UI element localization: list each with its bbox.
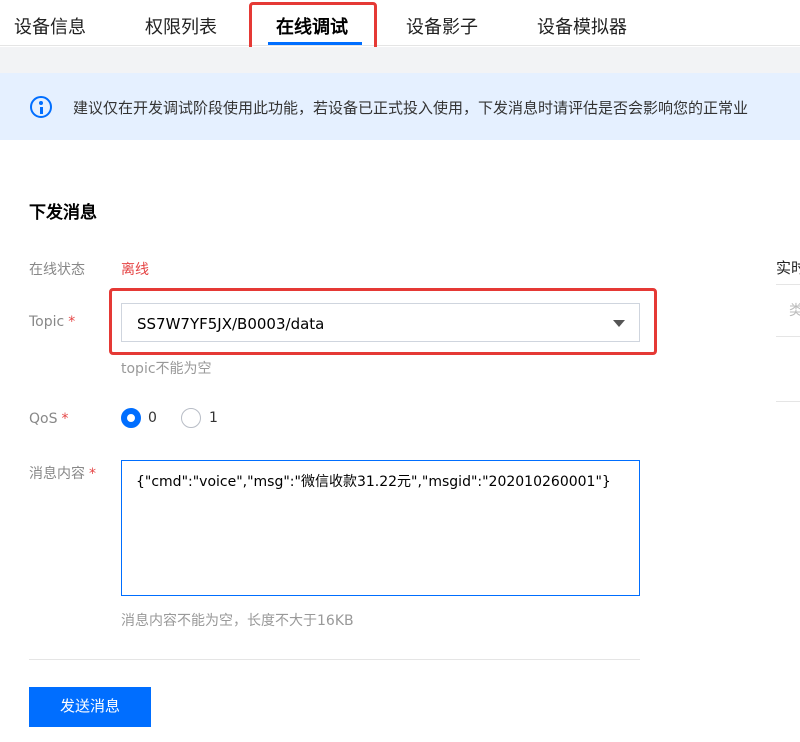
right-panel-divider bbox=[776, 336, 800, 337]
message-content-textarea[interactable]: {"cmd":"voice","msg":"微信收款31.22元","msgid… bbox=[121, 460, 640, 596]
qos-label: QoS * bbox=[29, 411, 68, 427]
topic-label: Topic * bbox=[29, 314, 75, 330]
content-hint: 消息内容不能为空，长度不大于16KB bbox=[121, 613, 354, 629]
page-background-band bbox=[0, 47, 800, 73]
tab-device-simulator[interactable]: 设备模拟器 bbox=[537, 13, 627, 39]
tab-online-debug[interactable]: 在线调试 bbox=[276, 13, 348, 39]
tab-device-shadow[interactable]: 设备影子 bbox=[406, 13, 478, 39]
form-divider bbox=[29, 659, 640, 660]
tab-bar: 设备信息 权限列表 在线调试 设备影子 设备模拟器 bbox=[0, 0, 800, 46]
status-label: 在线状态 bbox=[29, 262, 85, 278]
required-mark: * bbox=[61, 411, 69, 427]
qos-radio-0[interactable] bbox=[121, 408, 141, 428]
content-label: 消息内容 * bbox=[29, 463, 96, 483]
required-mark: * bbox=[89, 466, 96, 482]
banner-text: 建议仅在开发调试阶段使用此功能，若设备已正式投入使用，下发消息时请评估是否会影响… bbox=[73, 99, 749, 117]
info-banner: 建议仅在开发调试阶段使用此功能，若设备已正式投入使用，下发消息时请评估是否会影响… bbox=[0, 73, 800, 140]
content-label-text: 消息内容 bbox=[29, 466, 85, 482]
topic-select-value: SS7W7YF5JX/B0003/data bbox=[137, 315, 325, 333]
right-panel-column-header: 类 bbox=[789, 303, 800, 319]
tab-permissions[interactable]: 权限列表 bbox=[145, 13, 217, 39]
status-value: 离线 bbox=[121, 262, 149, 278]
info-icon bbox=[30, 96, 52, 118]
active-tab-underline bbox=[268, 42, 362, 45]
qos-option-0-label: 0 bbox=[148, 410, 157, 426]
required-mark: * bbox=[68, 314, 76, 330]
topic-label-text: Topic bbox=[29, 314, 65, 330]
qos-label-text: QoS bbox=[29, 411, 58, 427]
caret-down-icon bbox=[613, 320, 625, 327]
topic-hint: topic不能为空 bbox=[121, 361, 212, 377]
send-message-button[interactable]: 发送消息 bbox=[29, 687, 151, 727]
qos-option-1-label: 1 bbox=[209, 410, 218, 426]
section-title: 下发消息 bbox=[29, 203, 97, 223]
topic-select[interactable]: SS7W7YF5JX/B0003/data bbox=[121, 303, 640, 342]
right-panel-title: 实时 bbox=[776, 259, 800, 277]
qos-radio-1[interactable] bbox=[181, 408, 201, 428]
tab-device-info[interactable]: 设备信息 bbox=[14, 13, 86, 39]
